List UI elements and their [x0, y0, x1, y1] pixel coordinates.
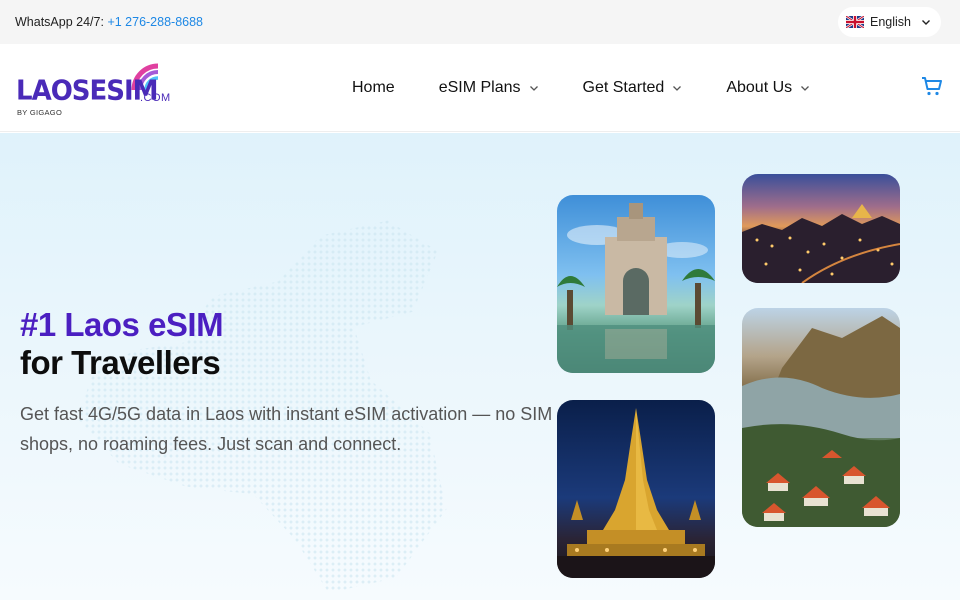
chevron-down-icon [801, 86, 810, 91]
uk-flag-icon [846, 16, 864, 28]
hero-subtitle: Get fast 4G/5G data in Laos with instant… [20, 404, 553, 454]
nav-home-label: Home [352, 79, 395, 96]
nav-esim-plans[interactable]: eSIM Plans [439, 79, 539, 97]
hero-headline-accent: #1 Laos eSIM [20, 306, 224, 343]
language-selector[interactable]: English [838, 7, 941, 37]
language-label: English [870, 15, 911, 29]
chevron-down-icon [529, 86, 538, 91]
hero-headline-rest: for Travellers [20, 344, 221, 381]
golden-stupa-photo [557, 400, 715, 578]
nav-get-started-label: Get Started [582, 79, 665, 96]
logo-domain-suffix: .COM [140, 92, 171, 104]
main-header: LAOSESIM .COM BY GIGAGO Home eSIM Plans … [0, 44, 960, 132]
cart-icon[interactable] [920, 74, 944, 98]
whatsapp-label: WhatsApp 24/7: [15, 15, 104, 29]
chevron-down-icon [673, 86, 682, 91]
riverside-village-photo [742, 308, 900, 527]
chevron-down-icon [922, 20, 930, 25]
nav-esim-plans-label: eSIM Plans [438, 79, 521, 96]
whatsapp-contact: WhatsApp 24/7: +1 276-288-8688 [15, 15, 203, 29]
logo-wordmark: LAOSESIM [16, 75, 159, 107]
main-nav: Home eSIM Plans Get Started About Us [352, 44, 854, 132]
nav-about-us[interactable]: About Us [726, 79, 810, 97]
nav-about-us-label: About Us [726, 79, 793, 96]
hero-section: #1 Laos eSIM for Travellers Get fast 4G/… [0, 133, 960, 600]
logo-byline: BY GIGAGO [17, 108, 63, 117]
top-bar: WhatsApp 24/7: +1 276-288-8688 English [0, 0, 960, 44]
city-night-skyline-photo [742, 174, 900, 283]
whatsapp-number-link[interactable]: +1 276-288-8688 [107, 15, 203, 29]
site-logo[interactable]: LAOSESIM .COM BY GIGAGO [16, 58, 176, 120]
nav-home[interactable]: Home [352, 79, 395, 97]
patuxai-monument-photo [557, 195, 715, 373]
nav-get-started[interactable]: Get Started [583, 79, 683, 97]
hero-headline: #1 Laos eSIM for Travellers [20, 306, 224, 382]
